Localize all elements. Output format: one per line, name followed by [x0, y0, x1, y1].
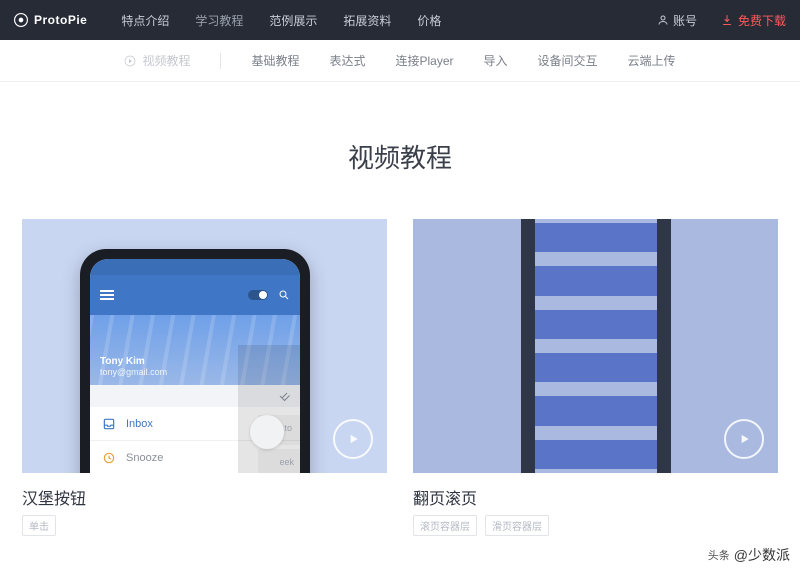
tag: 滚页容器层: [413, 515, 477, 536]
download-label: 免费下载: [738, 12, 786, 29]
phone-statusbar: [90, 259, 300, 275]
subnav-player[interactable]: 连接Player: [395, 52, 453, 69]
card-thumbnail: [413, 219, 778, 473]
phone-mockup: Tony Kim tony@gmail.com Inbox Snooze: [80, 249, 310, 473]
nav-learn[interactable]: 学习教程: [195, 12, 243, 29]
nav-pricing[interactable]: 价格: [417, 12, 441, 29]
phone-appbar: [90, 275, 300, 315]
nav-features[interactable]: 特点介绍: [121, 12, 169, 29]
download-icon: [721, 14, 733, 26]
play-circle-icon: [124, 55, 136, 67]
download-button[interactable]: 免费下载: [721, 12, 786, 29]
subnav-video[interactable]: 视频教程: [124, 52, 190, 69]
subnav-divider: [220, 53, 221, 69]
fab-circle: [250, 415, 284, 449]
account-link[interactable]: 账号: [657, 12, 697, 29]
subnav-cloud[interactable]: 云端上传: [628, 52, 676, 69]
sub-navbar: 视频教程 基础教程 表达式 连接Player 导入 设备间交互 云端上传: [0, 40, 800, 82]
play-button[interactable]: [724, 419, 764, 459]
card-tags: 滚页容器层 滑页容器层: [413, 515, 778, 536]
card-tags: 单击: [22, 515, 387, 536]
inbox-icon: [102, 417, 116, 431]
video-card-hamburger[interactable]: Tony Kim tony@gmail.com Inbox Snooze: [22, 219, 387, 536]
subnav-basics[interactable]: 基础教程: [251, 52, 299, 69]
page-title: 视频教程: [0, 138, 800, 175]
watermark-prefix: 头条: [708, 547, 730, 563]
account-label: 账号: [673, 12, 697, 29]
subnav-import[interactable]: 导入: [484, 52, 508, 69]
subnav-device[interactable]: 设备间交互: [538, 52, 598, 69]
primary-nav: 特点介绍 学习教程 范例展示 拓展资料 价格: [121, 12, 441, 29]
search-icon: [278, 289, 290, 301]
card-title: 翻页滚页: [413, 485, 778, 509]
toggle-icon: [248, 290, 268, 300]
card-title: 汉堡按钮: [22, 485, 387, 509]
top-navbar: ProtoPie 特点介绍 学习教程 范例展示 拓展资料 价格 账号 免费下载: [0, 0, 800, 40]
tag: 单击: [22, 515, 56, 536]
tag: 滑页容器层: [485, 515, 549, 536]
hamburger-icon: [100, 288, 114, 302]
card-grid: Tony Kim tony@gmail.com Inbox Snooze: [0, 175, 800, 536]
subnav-expression[interactable]: 表达式: [329, 52, 365, 69]
ghost-row: eek: [258, 449, 300, 473]
ladder-graphic: [521, 219, 671, 473]
nav-examples[interactable]: 范例展示: [269, 12, 317, 29]
play-button[interactable]: [333, 419, 373, 459]
watermark: 头条 @少数派: [708, 545, 790, 565]
logo-icon: [14, 13, 28, 27]
brand-text: ProtoPie: [34, 13, 87, 27]
nav-resources[interactable]: 拓展资料: [343, 12, 391, 29]
clock-icon: [102, 451, 116, 465]
user-icon: [657, 14, 669, 26]
video-card-scroll[interactable]: 翻页滚页 滚页容器层 滑页容器层: [413, 219, 778, 536]
card-thumbnail: Tony Kim tony@gmail.com Inbox Snooze: [22, 219, 387, 473]
brand-logo[interactable]: ProtoPie: [14, 13, 87, 27]
watermark-author: @少数派: [734, 545, 790, 565]
